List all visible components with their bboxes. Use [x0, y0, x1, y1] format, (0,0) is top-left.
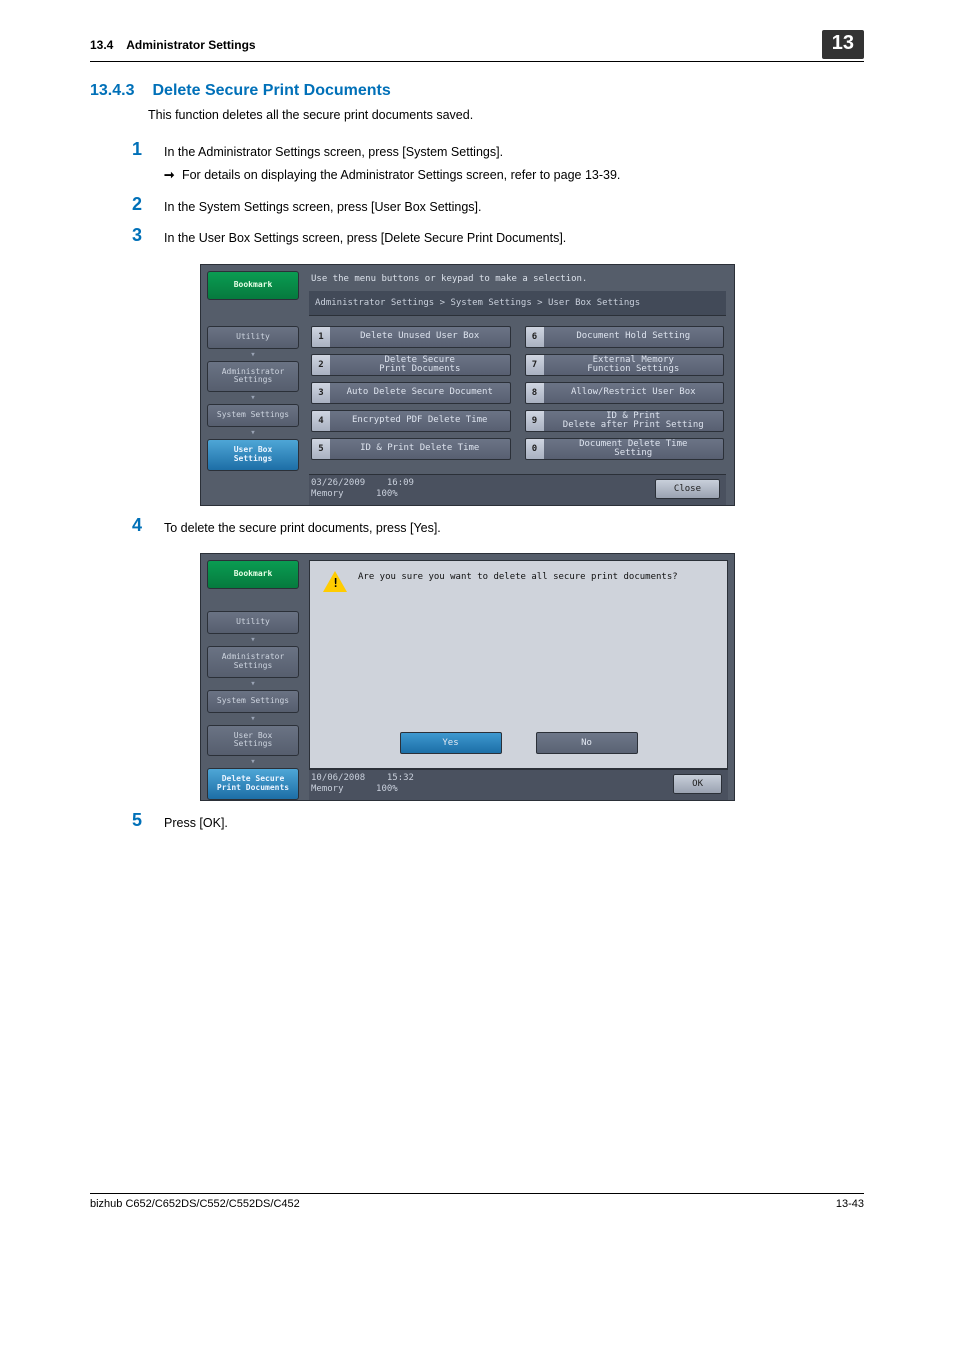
step-5-num: 5 — [126, 811, 142, 833]
chapter-badge: 13 — [822, 30, 864, 59]
bookmark-button[interactable]: Bookmark — [207, 560, 299, 589]
sidebar-admin-settings[interactable]: Administrator Settings — [207, 361, 299, 393]
no-button[interactable]: No — [536, 732, 638, 754]
chevron-down-icon: ▾ — [207, 394, 299, 402]
step-4: 4 To delete the secure print documents, … — [126, 516, 864, 538]
status-time: 16:09 — [387, 478, 414, 488]
panel2-statusbar: 10/06/2008 15:32 Memory 100% OK — [309, 769, 728, 800]
step-4-text: To delete the secure print documents, pr… — [164, 516, 441, 538]
chevron-down-icon: ▾ — [207, 351, 299, 359]
ok-button[interactable]: OK — [673, 774, 722, 794]
menu-delete-secure-print-documents[interactable]: 2Delete Secure Print Documents — [311, 354, 511, 376]
step-5-text: Press [OK]. — [164, 811, 228, 833]
section-title: Delete Secure Print Documents — [152, 82, 390, 100]
page-footer: bizhub C652/C652DS/C552/C552DS/C452 13-4… — [90, 1193, 864, 1210]
settings-panel-1: Bookmark Utility ▾ Administrator Setting… — [200, 264, 735, 506]
sidebar-utility[interactable]: Utility — [207, 611, 299, 634]
breadcrumb: Administrator Settings > System Settings… — [309, 291, 726, 316]
status-date: 03/26/2009 — [311, 478, 365, 488]
close-button[interactable]: Close — [655, 479, 720, 499]
step-3-num: 3 — [126, 226, 142, 248]
step-3-text: In the User Box Settings screen, press [… — [164, 226, 566, 248]
confirm-panel: Bookmark Utility ▾ Administrator Setting… — [200, 553, 735, 801]
chevron-down-icon: ▾ — [207, 429, 299, 437]
panel1-instruction: Use the menu buttons or keypad to make a… — [309, 271, 726, 291]
menu-document-delete-time-setting[interactable]: 0Document Delete Time Setting — [525, 438, 725, 460]
chevron-down-icon: ▾ — [207, 758, 299, 766]
section-number: 13.4.3 — [90, 82, 134, 100]
step-2-num: 2 — [126, 195, 142, 217]
footer-product: bizhub C652/C652DS/C552/C552DS/C452 — [90, 1198, 300, 1210]
chevron-down-icon: ▾ — [207, 715, 299, 723]
menu-document-hold-setting[interactable]: 6Document Hold Setting — [525, 326, 725, 348]
step-1-sub-text: For details on displaying the Administra… — [182, 168, 620, 182]
sidebar-system-settings[interactable]: System Settings — [207, 690, 299, 713]
step-5: 5 Press [OK]. — [126, 811, 864, 833]
panel2-sidebar: Bookmark Utility ▾ Administrator Setting… — [201, 554, 305, 800]
header-section-num: 13.4 — [90, 38, 113, 52]
menu-external-memory-function-settings[interactable]: 7External Memory Function Settings — [525, 354, 725, 376]
step-1-sub: ➞ For details on displaying the Administ… — [164, 166, 620, 185]
step-2-text: In the System Settings screen, press [Us… — [164, 195, 482, 217]
warning-icon — [322, 569, 348, 593]
panel1-sidebar: Bookmark Utility ▾ Administrator Setting… — [201, 265, 305, 505]
status-date: 10/06/2008 — [311, 773, 365, 783]
header-section-name: Administrator Settings — [126, 38, 255, 52]
header-section-ref: 13.4 Administrator Settings — [90, 38, 256, 52]
panel1-menu-grid: 1Delete Unused User Box 6Document Hold S… — [309, 326, 726, 460]
chevron-down-icon: ▾ — [207, 680, 299, 688]
sidebar-user-box-settings[interactable]: User Box Settings — [207, 725, 299, 757]
menu-allow-restrict-user-box[interactable]: 8Allow/Restrict User Box — [525, 382, 725, 404]
step-2: 2 In the System Settings screen, press [… — [126, 195, 864, 217]
menu-id-print-delete-after-print[interactable]: 9ID & Print Delete after Print Setting — [525, 410, 725, 432]
confirm-question: Are you sure you want to delete all secu… — [358, 569, 678, 582]
section-title-row: 13.4.3 Delete Secure Print Documents — [90, 82, 864, 100]
status-mem-val: 100% — [376, 784, 398, 794]
menu-auto-delete-secure-document[interactable]: 3Auto Delete Secure Document — [311, 382, 511, 404]
status-mem-label: Memory — [311, 784, 344, 794]
panel1-statusbar: 03/26/2009 16:09 Memory 100% Close — [309, 474, 726, 505]
menu-delete-unused-user-box[interactable]: 1Delete Unused User Box — [311, 326, 511, 348]
page-header: 13.4 Administrator Settings 13 — [90, 30, 864, 62]
arrow-right-icon: ➞ — [164, 166, 174, 185]
sidebar-admin-settings[interactable]: Administrator Settings — [207, 646, 299, 678]
step-1: 1 In the Administrator Settings screen, … — [126, 140, 864, 185]
section-intro: This function deletes all the secure pri… — [148, 108, 864, 122]
confirm-dialog: Are you sure you want to delete all secu… — [309, 560, 728, 769]
step-1-text: In the Administrator Settings screen, pr… — [164, 143, 620, 162]
menu-id-print-delete-time[interactable]: 5ID & Print Delete Time — [311, 438, 511, 460]
step-3: 3 In the User Box Settings screen, press… — [126, 226, 864, 248]
footer-page-number: 13-43 — [836, 1198, 864, 1210]
sidebar-delete-secure-print[interactable]: Delete Secure Print Documents — [207, 768, 299, 800]
status-mem-label: Memory — [311, 489, 344, 499]
yes-button[interactable]: Yes — [400, 732, 502, 754]
bookmark-button[interactable]: Bookmark — [207, 271, 299, 300]
step-1-num: 1 — [126, 140, 142, 185]
sidebar-user-box-settings[interactable]: User Box Settings — [207, 439, 299, 471]
sidebar-utility[interactable]: Utility — [207, 326, 299, 349]
status-time: 15:32 — [387, 773, 414, 783]
sidebar-system-settings[interactable]: System Settings — [207, 404, 299, 427]
menu-encrypted-pdf-delete-time[interactable]: 4Encrypted PDF Delete Time — [311, 410, 511, 432]
status-mem-val: 100% — [376, 489, 398, 499]
step-4-num: 4 — [126, 516, 142, 538]
chevron-down-icon: ▾ — [207, 636, 299, 644]
